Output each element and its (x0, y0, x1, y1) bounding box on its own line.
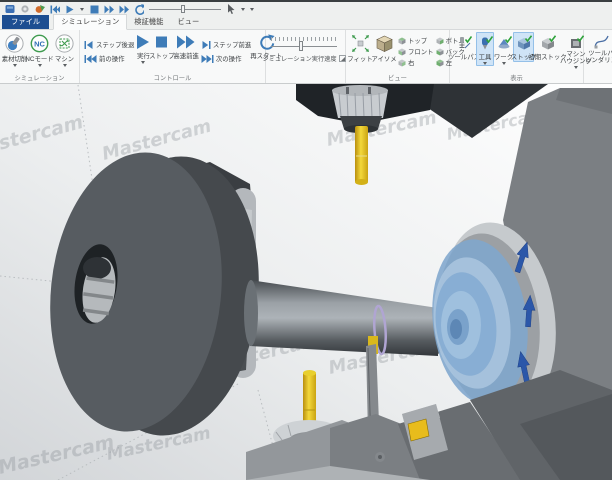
toolpath-toggle[interactable]: ツールパス (452, 32, 476, 62)
ribbon-group-simulation: 素材切削 NC NCモード マシン シミュレーション (0, 30, 80, 83)
ribbon-group-speed: シミュレーション実行速度 (266, 30, 346, 83)
fit-icon (351, 34, 370, 53)
speed-dialog-launcher[interactable] (339, 55, 346, 62)
pointer-options-caret[interactable] (241, 8, 245, 11)
stop-icon-large (155, 34, 168, 50)
toolpath-render-button[interactable]: ツールパ レンダリン (586, 32, 612, 64)
restart-icon[interactable] (134, 4, 144, 14)
upper-tool-yellow (355, 126, 368, 183)
skip-to-end-icon[interactable] (119, 4, 129, 14)
view-right-button[interactable]: 右 (398, 58, 434, 67)
step-back-button[interactable]: ステップ後退 (84, 40, 134, 49)
stock-icon (516, 35, 532, 51)
material-cut-caret[interactable] (13, 64, 17, 67)
machine-sim-caret[interactable] (63, 64, 67, 67)
ribbon-tab-bar: ファイル シミュレーション 検証機能 ビュー (0, 16, 612, 30)
ribbon-group-control: ステップ後退 前の操作 実行 ストップ 高速前進 ステップ前進 (80, 30, 266, 83)
prev-operation-button[interactable]: 前の操作 (84, 54, 134, 63)
fast-forward-icon[interactable] (104, 4, 114, 14)
qat-customize-caret[interactable] (250, 8, 254, 11)
step-forward-button[interactable]: ステップ前進 (201, 40, 251, 49)
ribbon-group-render: ツールパ レンダリン (584, 30, 612, 83)
speed-slider[interactable] (271, 41, 337, 51)
step-back-icon (84, 41, 94, 49)
run-caret[interactable] (141, 61, 145, 64)
pointer-icon[interactable] (226, 4, 236, 14)
play-icon[interactable] (65, 4, 75, 14)
tab-view[interactable]: ビュー (170, 15, 206, 29)
machine-sim-button[interactable]: マシン (52, 32, 77, 67)
fit-button[interactable]: フィット (348, 32, 372, 63)
play-options-caret[interactable] (80, 8, 84, 11)
ribbon: 素材切削 NC NCモード マシン シミュレーション ステップ後退 前の操作 (0, 30, 612, 84)
tab-file[interactable]: ファイル (2, 15, 49, 29)
view-right-icon (398, 59, 406, 67)
fast-forward-icon-large (176, 34, 196, 50)
tab-verification[interactable]: 検証機能 (127, 15, 170, 29)
nc-mode-caret[interactable] (38, 64, 42, 67)
isometric-icon (375, 34, 394, 53)
svg-text:NC: NC (34, 40, 45, 49)
nc-mode-icon: NC (30, 34, 49, 53)
ribbon-group-display: ツールパス 工具 ワーク ストック 初期ストック マシン ハウジング (450, 30, 584, 83)
workpiece-icon (496, 35, 512, 51)
viewport-3d[interactable]: Mastercam Mastercam Mastercam Mastercam … (0, 84, 612, 480)
run-icon (136, 34, 150, 50)
speed-slider-thumb[interactable] (299, 41, 303, 51)
stop-icon[interactable] (89, 4, 99, 14)
app-icon (5, 4, 15, 14)
tool-toggle-caret[interactable] (483, 62, 487, 65)
tab-simulation[interactable]: シミュレーション (53, 14, 127, 30)
speed-slider-mini[interactable] (149, 4, 221, 14)
view-left-icon (436, 59, 444, 67)
tool-toggle[interactable]: 工具 (476, 32, 494, 66)
next-operation-button[interactable]: 次の操作 (201, 54, 251, 63)
toolpath-icon (456, 35, 472, 51)
machine-housing-caret[interactable] (574, 66, 578, 69)
view-front-icon (398, 48, 406, 56)
view-front-button[interactable]: フロント (398, 47, 434, 56)
verify-icon[interactable] (20, 4, 30, 14)
machine-sim-icon (55, 34, 74, 53)
initial-stock-toggle[interactable]: 初期ストック (534, 32, 561, 62)
next-operation-icon (201, 55, 214, 63)
material-cut-button[interactable]: 素材切削 (2, 32, 27, 67)
skip-to-start-icon[interactable] (50, 4, 60, 14)
material-cut-icon (5, 34, 24, 53)
backplot-icon[interactable] (35, 4, 45, 14)
initial-stock-icon (540, 35, 556, 51)
ribbon-group-view: フィット アイソメ トップ フロント 右 ボトム (346, 30, 450, 83)
workpiece-toggle-caret[interactable] (502, 62, 506, 65)
tool-icon (477, 35, 493, 51)
machine-housing-icon (568, 35, 584, 51)
isometric-button[interactable]: アイソメ (372, 32, 396, 63)
stop-button[interactable]: ストップ (150, 32, 173, 60)
view-back-icon (436, 48, 444, 56)
step-forward-icon (201, 41, 211, 49)
prev-operation-icon (84, 55, 97, 63)
fast-forward-button[interactable]: 高速前進 (173, 32, 199, 60)
nc-mode-button[interactable]: NC NCモード (27, 32, 52, 67)
view-top-button[interactable]: トップ (398, 36, 434, 45)
toolpath-render-icon (593, 34, 610, 50)
view-top-icon (398, 37, 406, 45)
view-bottom-icon (436, 37, 444, 45)
